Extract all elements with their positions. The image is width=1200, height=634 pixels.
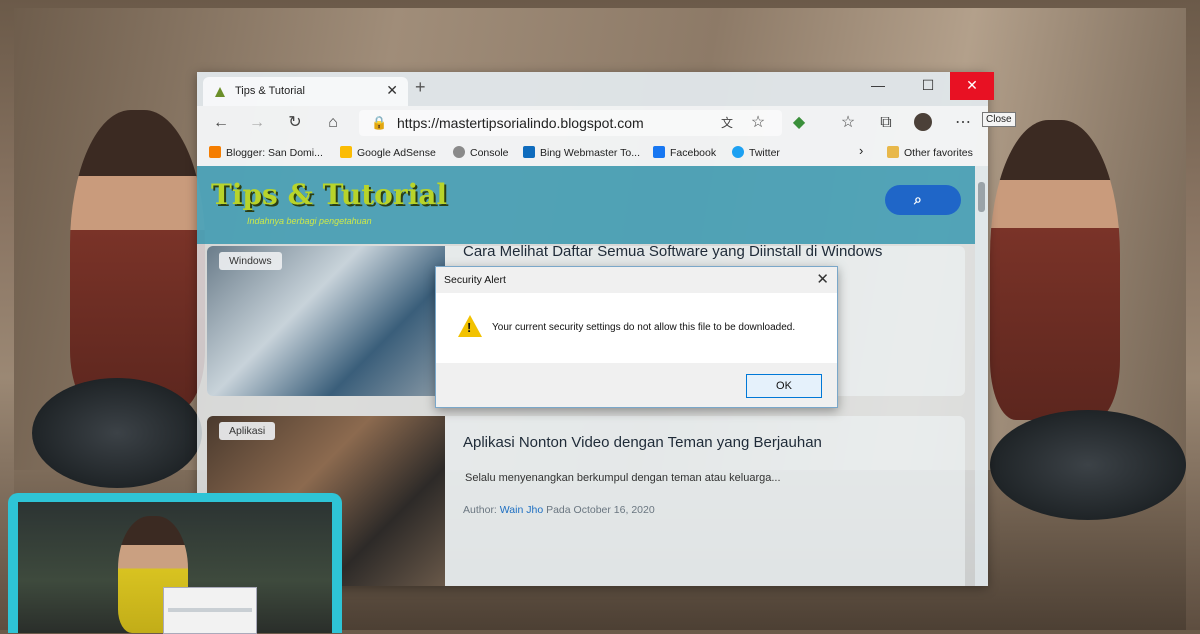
tab-tips-tutorial[interactable]: Tips & Tutorial ✕ [203,77,408,106]
category-badge[interactable]: Windows [219,252,282,270]
back-arrow-icon[interactable]: ← [211,113,231,133]
folder-icon [887,146,899,158]
category-badge[interactable]: Aplikasi [219,422,276,440]
fav-blogger[interactable]: Blogger: San Domi... [209,146,323,159]
post-meta: Author: Wain Jho Pada October 16, 2020 [463,504,655,516]
post-title[interactable]: Aplikasi Nonton Video dengan Teman yang … [463,434,822,451]
facebook-icon [653,146,665,158]
twitter-icon [732,146,744,158]
dialog-title: Security Alert [444,274,506,286]
search-button[interactable]: ⌕ [885,185,961,215]
laptop-mini-dialog-bar [168,608,252,612]
table-right [990,410,1186,520]
tab-close-icon[interactable]: ✕ [386,82,398,99]
dialog-close-icon[interactable]: ✕ [816,270,829,288]
home-icon[interactable]: ⌂ [323,113,343,133]
bing-icon [523,146,535,158]
extension-icon[interactable]: ◆ [789,113,809,133]
laptop-mini-dialog [163,587,257,634]
translate-icon[interactable]: 文 [717,113,737,133]
close-window-button[interactable]: ✕ [950,72,994,100]
dialog-message: Your current security settings do not al… [492,322,796,333]
profile-avatar-icon[interactable] [914,113,932,131]
maximize-button[interactable]: ☐ [906,72,950,100]
more-menu-icon[interactable]: ⋯ [953,113,973,133]
forward-arrow-icon[interactable]: → [247,113,267,133]
close-tooltip: Close [982,112,1016,127]
page-scrollbar[interactable] [975,166,988,586]
security-alert-dialog: Security Alert ✕ ! Your current security… [435,266,838,408]
url-text: https://mastertipsorialindo.blogspot.com [397,115,644,131]
laptop-mockup [8,493,342,634]
person-right [990,120,1120,420]
lock-icon: 🔒 [371,115,388,130]
minimize-button[interactable]: — [856,72,900,100]
fav-facebook[interactable]: Facebook [653,146,716,159]
laptop-screen [18,502,332,634]
favorites-overflow-chevron-icon[interactable]: › [859,143,863,158]
person-left [70,110,205,410]
new-tab-button[interactable]: + [415,77,426,98]
toolbar: ← → ↻ ⌂ 🔒 https://mastertipsorialindo.bl… [197,106,988,140]
adsense-icon [340,146,352,158]
dialog-body: ! Your current security settings do not … [436,293,837,363]
site-tagline: Indahnya berbagi pengetahuan [247,216,372,226]
fav-bing[interactable]: Bing Webmaster To... [523,146,640,159]
scrollbar-thumb[interactable] [978,182,985,212]
site-logo[interactable]: Tips & Tutorial [211,178,447,211]
warning-icon: ! [458,315,482,337]
tab-bar: Tips & Tutorial ✕ + — ☐ ✕ [197,72,994,106]
fav-adsense[interactable]: Google AdSense [340,146,436,159]
address-bar[interactable]: 🔒 https://mastertipsorialindo.blogspot.c… [359,110,782,136]
blogger-icon [209,146,221,158]
collections-icon[interactable]: ⧉ [876,113,896,133]
table-left [32,378,202,488]
fav-other-favorites[interactable]: Other favorites [887,146,973,159]
fav-twitter[interactable]: Twitter [732,146,780,159]
console-icon [453,146,465,158]
refresh-icon[interactable]: ↻ [285,113,305,133]
search-icon: ⌕ [914,191,922,207]
tab-label: Tips & Tutorial [235,85,305,97]
favorite-star-icon[interactable]: ☆ [748,113,768,133]
post-excerpt: Selalu menyenangkan berkumpul dengan tem… [465,472,781,484]
fav-console[interactable]: Console [453,146,509,159]
site-favicon-icon [215,87,225,97]
favorites-bar: Blogger: San Domi... Google AdSense Cons… [197,140,988,166]
favorites-list-icon[interactable]: ☆ [838,113,858,133]
site-header: Tips & Tutorial Indahnya berbagi pengeta… [197,166,975,244]
post-title[interactable]: Cara Melihat Daftar Semua Software yang … [463,243,882,260]
author-link[interactable]: Wain Jho [500,504,543,516]
ok-button[interactable]: OK [746,374,822,398]
